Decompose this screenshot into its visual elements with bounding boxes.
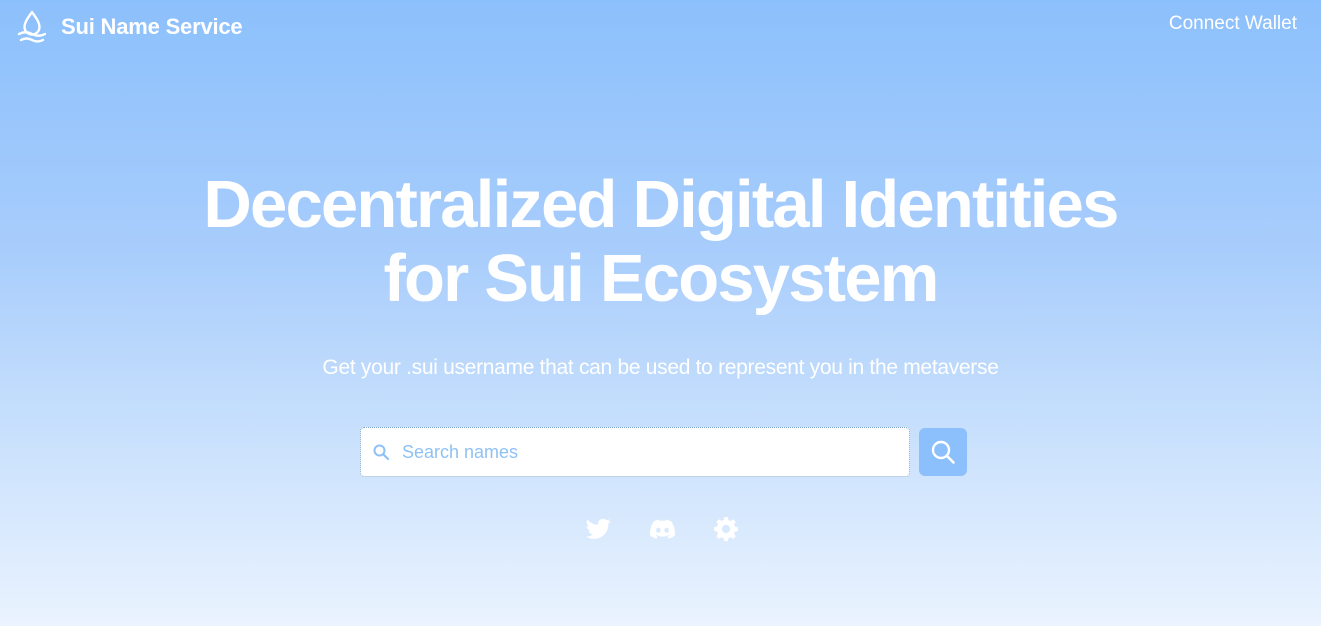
search-input[interactable] (402, 441, 882, 463)
hero-title-line-2: for Sui Ecosystem (383, 241, 940, 316)
search-button[interactable] (919, 428, 967, 476)
gear-icon (714, 517, 738, 542)
search-icon (373, 444, 390, 461)
hero-title: Decentralized Digital Identities for Sui… (0, 168, 1321, 316)
hero-subtitle: Get your .sui username that can be used … (322, 356, 999, 379)
top-nav: Sui Name Service Connect Wallet (0, 0, 1321, 54)
sui-logo-icon (17, 10, 47, 43)
search-box[interactable] (360, 427, 910, 477)
brand-link[interactable]: Sui Name Service (16, 9, 243, 45)
brand-name: Sui Name Service (61, 14, 243, 39)
settings-link[interactable] (713, 516, 739, 542)
search-icon (931, 440, 955, 464)
social-links (585, 516, 739, 542)
twitter-icon (585, 518, 611, 539)
twitter-link[interactable] (585, 516, 611, 542)
connect-wallet-button[interactable]: Connect Wallet (1169, 13, 1297, 35)
discord-link[interactable] (649, 516, 675, 542)
hero-title-line-1: Decentralized Digital Identities (203, 167, 1119, 242)
discord-icon (649, 519, 675, 539)
